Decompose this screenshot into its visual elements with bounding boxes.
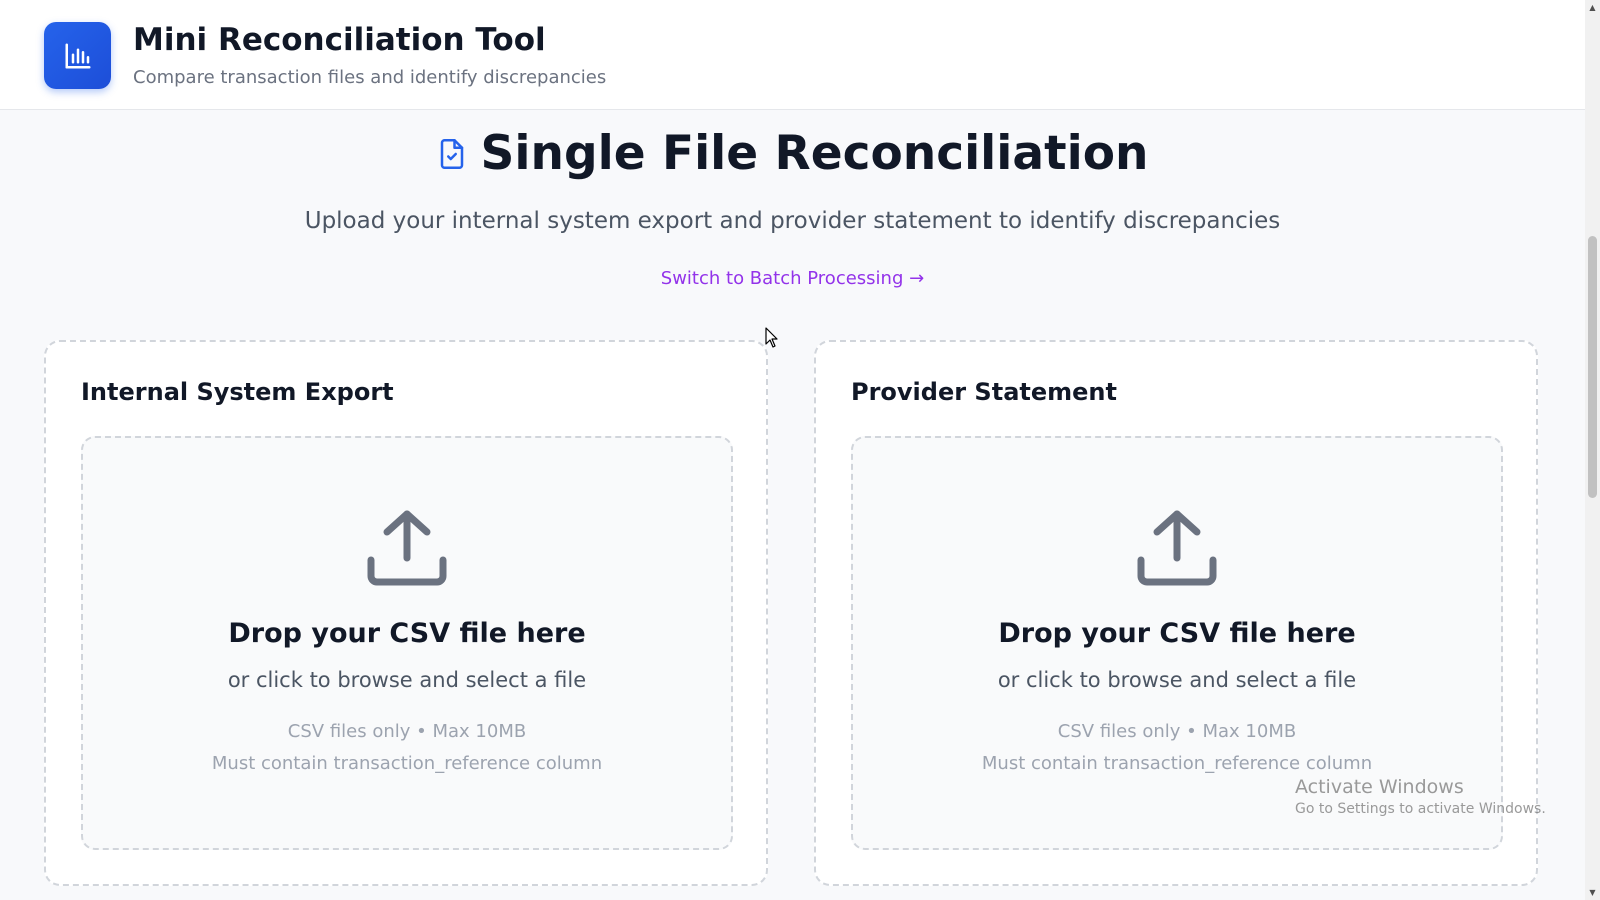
internal-export-dropzone[interactable]: Drop your CSV file here or click to brow… [81,436,733,850]
bar-chart-icon [65,43,90,68]
vertical-scrollbar[interactable]: ▲ ▼ [1585,0,1600,900]
page-title: Single File Reconciliation [480,126,1149,181]
page-heading: Single File Reconciliation [0,126,1585,181]
dropzone-main-text: Drop your CSV file here [998,618,1356,649]
panel-title: Internal System Export [81,378,394,406]
app-title: Mini Reconciliation Tool [133,22,546,58]
internal-export-panel: Internal System Export Drop your CSV fil… [44,340,768,886]
switch-to-batch-link[interactable]: Switch to Batch Processing → [0,268,1585,289]
dropzone-sub-text: or click to browse and select a file [227,668,587,692]
watermark-subtitle: Go to Settings to activate Windows. [1295,801,1546,817]
dropzone-main-text: Drop your CSV file here [228,618,586,649]
app-subtitle: Compare transaction files and identify d… [133,67,607,88]
watermark-title: Activate Windows [1295,776,1464,798]
scroll-thumb[interactable] [1588,236,1597,498]
panel-title: Provider Statement [851,378,1117,406]
dropzone-sub-text: or click to browse and select a file [997,668,1357,692]
dropzone-hint-column: Must contain transaction_reference colum… [211,753,603,774]
upload-icon [1137,510,1217,586]
scroll-up-arrow-icon[interactable]: ▲ [1585,0,1600,15]
windows-activation-watermark: Activate Windows Go to Settings to activ… [1295,776,1546,817]
file-check-icon [440,138,463,169]
page-subtitle: Upload your internal system export and p… [304,208,1281,234]
dropzone-hint-format: CSV files only • Max 10MB [287,721,527,742]
app-header: Mini Reconciliation Tool Compare transac… [0,0,1585,110]
app-logo [44,22,111,89]
scroll-down-arrow-icon[interactable]: ▼ [1585,885,1600,900]
mouse-cursor-icon [765,327,778,348]
upload-icon [367,510,447,586]
dropzone-hint-column: Must contain transaction_reference colum… [981,753,1373,774]
dropzone-hint-format: CSV files only • Max 10MB [1057,721,1297,742]
